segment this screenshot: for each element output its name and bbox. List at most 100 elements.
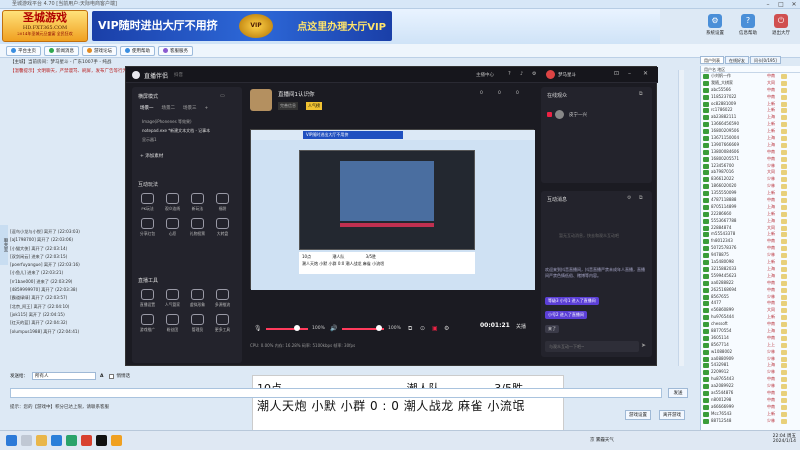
toolbar-news-button[interactable]: 新闻消息	[44, 45, 79, 56]
user-row[interactable]: 5432981 上海	[701, 362, 800, 369]
message-chip[interactable]: 等级3 小号1 进入了直播间	[545, 297, 599, 305]
popularity-button[interactable]: 人气管家	[160, 289, 185, 308]
chat-scrollbar[interactable]	[678, 70, 684, 366]
user-row[interactable]: 9478875 少林	[701, 252, 800, 259]
user-row[interactable]: 1185237022 中南	[701, 94, 800, 101]
user-row[interactable]: 5599445623 上海	[701, 273, 800, 280]
screenshot-icon[interactable]: ⧉	[408, 325, 412, 333]
new-play-button[interactable]: 新玩法	[185, 193, 210, 212]
bold-icon[interactable]: A	[100, 374, 103, 379]
tab-scene-3[interactable]: 场景三	[179, 105, 201, 111]
toolbar-help-button[interactable]: 使用帮助	[120, 45, 155, 56]
system-tray[interactable]: 22:04 周五 2024/1/14	[773, 433, 796, 449]
user-row[interactable]: oc82881009 上新	[701, 101, 800, 108]
pin-icon[interactable]: ⊡	[614, 70, 619, 77]
send-button[interactable]: 发送	[668, 388, 688, 398]
message-chip[interactable]: 小号2 进入了直播间	[545, 311, 587, 319]
layout-icon[interactable]: ▭	[220, 93, 225, 99]
settings-icon[interactable]: ⚙	[444, 325, 449, 332]
popout-icon[interactable]: ⧉	[639, 195, 643, 201]
close-icon[interactable]: ✕	[643, 70, 648, 77]
source-item[interactable]: Image(iPhonenes 等效果)	[134, 117, 240, 126]
gift-vote-button[interactable]: 礼物投票	[185, 218, 210, 237]
user-row[interactable]: hu8765443 中南	[701, 376, 800, 383]
user-row[interactable]: rc1786022 上新	[701, 107, 800, 114]
user-row[interactable]: 我随_大棋家 大同	[701, 80, 800, 87]
live-cover-thumbnail[interactable]	[250, 89, 272, 111]
user-row[interactable]: ab23882111 上海	[701, 114, 800, 121]
add-scene-icon[interactable]: +	[201, 106, 213, 111]
tab-scene-1[interactable]: 场景一	[136, 105, 158, 111]
file-explorer-icon[interactable]	[36, 435, 47, 446]
speaker-icon[interactable]: 🔊	[330, 325, 337, 332]
add-source-button[interactable]: + 添加素材	[140, 153, 163, 159]
user-row[interactable]: 5553667788 上海	[701, 218, 800, 225]
douyin-app-icon[interactable]	[96, 435, 107, 446]
more-tools-button[interactable]: 更多工具	[210, 314, 235, 333]
wheel-button[interactable]: 大转盘	[210, 218, 235, 237]
complete-info-tag[interactable]: 完善信息	[278, 102, 298, 110]
chat-input[interactable]	[10, 388, 662, 398]
user-row[interactable]: aa0880909 少林	[701, 356, 800, 363]
game-settings-button[interactable]: 游戏设置	[625, 410, 651, 420]
user-row[interactable]: Mcc76543 上新	[701, 411, 800, 418]
exit-lobby-button[interactable]: ⏻ 退出大厅	[766, 14, 796, 42]
stop-live-button[interactable]: 关播	[516, 323, 526, 330]
message-chip[interactable]: 来了	[545, 325, 559, 333]
maximize-button[interactable]: □	[775, 0, 787, 9]
user-row[interactable]: 22884874 大同	[701, 225, 800, 232]
avatar-button[interactable]: 虚拟形象	[185, 289, 210, 308]
lucky-bag-button[interactable]: 福袋	[210, 193, 235, 212]
tab-question-card[interactable]: 问卡[0/195]	[750, 56, 781, 64]
speaker-volume-handle[interactable]	[376, 325, 382, 331]
user-row[interactable]: m55543378 上新	[701, 231, 800, 238]
game-app-icon[interactable]	[81, 435, 92, 446]
user-row[interactable]: 2625168694 中南	[701, 287, 800, 294]
toolbar-home-button[interactable]: 平台主页	[6, 45, 41, 56]
vip-ad-banner[interactable]: VIP随时进出大厅不用挤 VIP 点这里办理大厅VIP	[92, 11, 392, 41]
user-row[interactable]: a66666999 中南	[701, 404, 800, 411]
platform-logo[interactable]: 圣城游戏 HD.FXT365.COM 2014年圣城元旦盛宴 全民狂欢	[2, 10, 88, 42]
minimize-button[interactable]: –	[762, 0, 774, 9]
toolbar-forum-button[interactable]: 游戏论坛	[82, 45, 117, 56]
user-row[interactable]: 13671150004 上海	[701, 135, 800, 142]
tab-scene-2[interactable]: 场景二	[158, 105, 180, 111]
user-row[interactable]: 123456700 少林	[701, 163, 800, 170]
leave-game-button[interactable]: 离开游戏	[659, 410, 685, 420]
close-button[interactable]: ✕	[788, 0, 800, 9]
user-row[interactable]: aa0288822 中南	[701, 280, 800, 287]
audience-name[interactable]: 皮宁一兴	[569, 112, 587, 118]
live-preview[interactable]: VIP随时进出大厅不用挤 10点 潮人队 3/5胜 潮人天炮 小默 小群 0:0…	[250, 129, 535, 290]
filter-icon[interactable]: ⚙	[627, 195, 631, 201]
mic-volume-slider[interactable]	[266, 328, 308, 330]
user-row[interactable]: 8567655 少林	[701, 294, 800, 301]
user-row[interactable]: e56860899 大同	[701, 307, 800, 314]
avatar[interactable]	[546, 70, 555, 79]
chat-side-tab[interactable]: 聊天室	[0, 225, 8, 265]
camera-icon[interactable]: ⊙	[420, 325, 425, 332]
popularity-tag[interactable]: 人气榜	[306, 102, 322, 110]
user-row[interactable]: 小刘帆一作 中南	[701, 73, 800, 80]
user-row[interactable]: 1a5480098 上新	[701, 259, 800, 266]
user-row[interactable]: 88770554 上海	[701, 328, 800, 335]
source-item[interactable]: notepad.exe *新建文本文档 - 记事本	[134, 126, 240, 135]
audience-link-button[interactable]: 观众连线	[160, 193, 185, 212]
mic-volume-handle[interactable]	[294, 325, 300, 331]
admin-button[interactable]: 管理员	[185, 314, 210, 333]
user-row[interactable]: 3215882033 上海	[701, 266, 800, 273]
minimize-icon[interactable]: –	[628, 70, 631, 77]
fan-club-button[interactable]: 粉丝团	[160, 314, 185, 333]
user-row[interactable]: abc55566 中南	[701, 87, 800, 94]
tab-user-list[interactable]: 用户列表	[700, 56, 724, 64]
send-icon[interactable]: ➤	[641, 342, 646, 349]
popout-icon[interactable]: ⧉	[639, 91, 643, 97]
user-row[interactable]: 3605114 中南	[701, 335, 800, 342]
system-settings-button[interactable]: ⚙ 系统设置	[700, 14, 730, 42]
user-row[interactable]: n8001298 中南	[701, 397, 800, 404]
user-row[interactable]: 16800209506 上新	[701, 128, 800, 135]
user-row[interactable]: 4477 中南	[701, 300, 800, 307]
streamer-center-link[interactable]: 主播中心	[476, 72, 494, 78]
tab-online-friends[interactable]: 在线好友	[725, 56, 749, 64]
user-row[interactable]: chessoft 中南	[701, 321, 800, 328]
help-info-button[interactable]: ? 信息帮助	[733, 14, 763, 42]
